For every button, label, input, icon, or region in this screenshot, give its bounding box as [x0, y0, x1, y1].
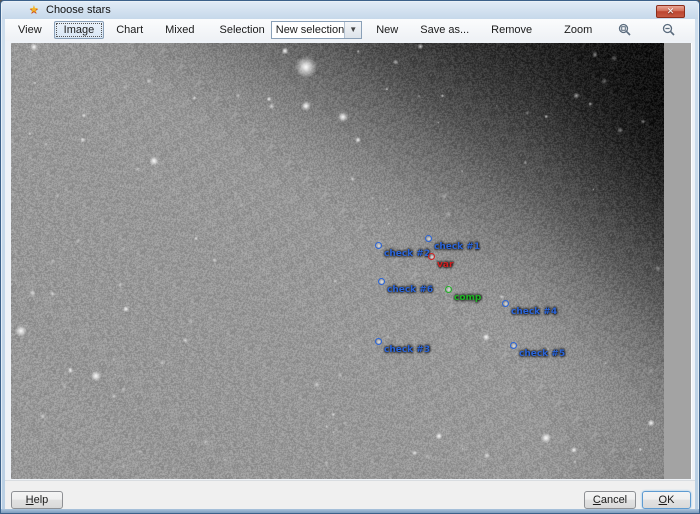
marker-ring-icon	[428, 253, 435, 260]
zoom-out-button[interactable]	[657, 20, 681, 40]
marker-label: comp	[454, 293, 481, 303]
save-as-button[interactable]: Save as...	[410, 21, 479, 39]
image-button[interactable]: Image	[54, 21, 105, 39]
ok-button[interactable]: OK	[642, 491, 691, 509]
remove-button[interactable]: Remove	[481, 21, 542, 39]
marker-ring-icon	[378, 278, 385, 285]
app-star-icon: ★	[29, 4, 41, 16]
choose-stars-dialog: ★ Choose stars ✕ View Image Chart Mixed …	[0, 0, 700, 514]
marker-label: check #6	[387, 285, 433, 295]
marker-label: check #3	[384, 345, 430, 355]
marker-label: check #2	[384, 249, 430, 259]
marker-label: check #4	[511, 307, 557, 317]
window-frame-bottom	[1, 509, 699, 513]
selection-label: Selection	[215, 24, 270, 36]
zoom-fit-button[interactable]	[613, 20, 637, 40]
window-title: Choose stars	[46, 4, 111, 16]
marker-ring-icon	[375, 242, 382, 249]
cancel-button[interactable]: Cancel	[584, 491, 636, 509]
selection-combobox-value: New selection	[272, 24, 344, 36]
marker-ring-icon	[502, 300, 509, 307]
marker-layer: check #1 check #2 var check #6 comp check #4 c…	[11, 43, 664, 479]
marker-label: check #1	[434, 242, 480, 252]
titlebar[interactable]: ★ Choose stars ✕	[2, 2, 698, 19]
zoom-out-icon	[662, 23, 676, 37]
marker-ring-icon	[445, 286, 452, 293]
marker-ring-icon	[510, 342, 517, 349]
close-icon: ✕	[667, 6, 675, 16]
selection-combobox[interactable]: New selection ▼	[271, 21, 362, 39]
zoom-fit-icon	[618, 23, 632, 37]
marker-label: check #5	[519, 349, 565, 359]
zoom-button[interactable]: Zoom	[554, 21, 602, 39]
help-button[interactable]: Help	[11, 491, 63, 509]
mixed-button[interactable]: Mixed	[155, 21, 204, 39]
marker-label: var	[437, 260, 453, 270]
bottom-bar: Help Cancel OK	[5, 480, 695, 511]
marker-ring-icon	[375, 338, 382, 345]
image-area-gutter	[664, 43, 692, 479]
toolbar: View Image Chart Mixed Selection New sel…	[5, 19, 695, 41]
new-button[interactable]: New	[366, 21, 408, 39]
marker-ring-icon	[425, 235, 432, 242]
chart-button[interactable]: Chart	[106, 21, 153, 39]
image-panel: check #1 check #2 var check #6 comp check #4 c…	[5, 41, 695, 480]
close-button[interactable]: ✕	[656, 5, 685, 18]
star-image-viewport[interactable]: check #1 check #2 var check #6 comp check #4 c…	[11, 43, 664, 479]
view-button[interactable]: View	[8, 21, 52, 39]
combobox-dropdown-icon[interactable]: ▼	[344, 22, 361, 38]
